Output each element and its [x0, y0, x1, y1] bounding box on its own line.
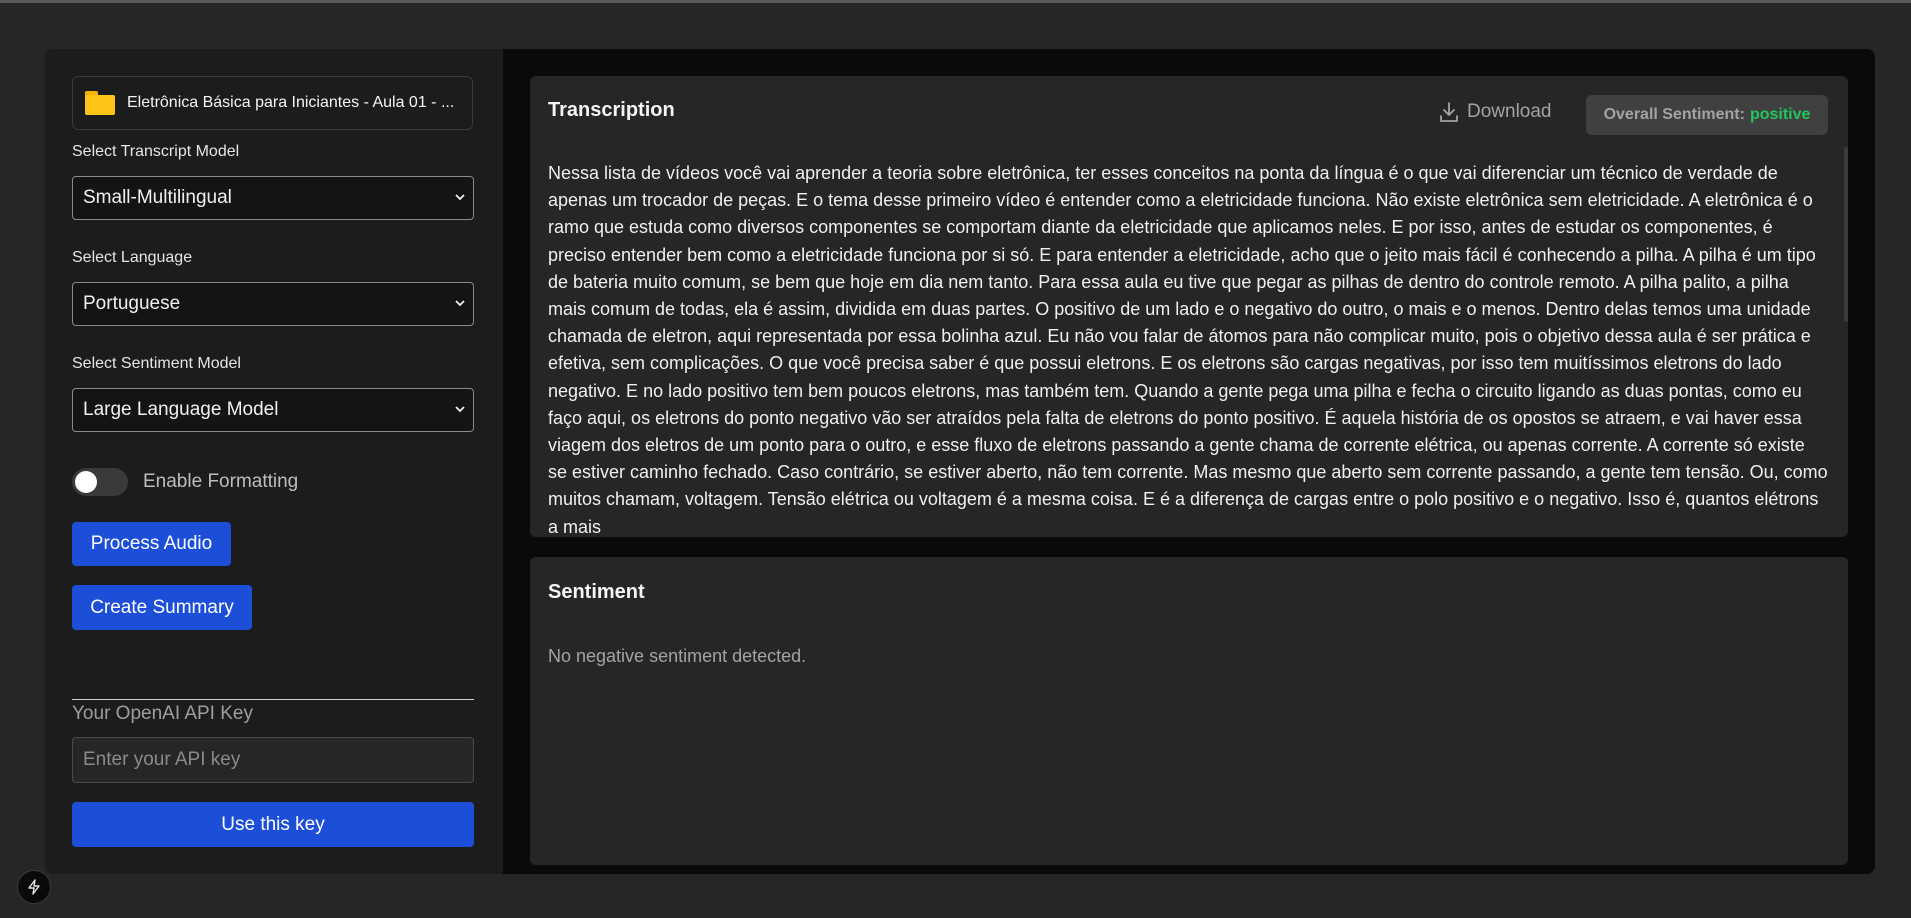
sentiment-model-label: Select Sentiment Model	[72, 355, 241, 372]
formatting-toggle-row: Enable Formatting	[72, 468, 298, 496]
process-audio-button[interactable]: Process Audio	[72, 522, 231, 566]
app-container: Eletrônica Básica para Iniciantes - Aula…	[45, 49, 1875, 874]
sentiment-model-value: Large Language Model	[83, 399, 279, 420]
download-button[interactable]: Download	[1439, 101, 1552, 123]
file-name: Eletrônica Básica para Iniciantes - Aula…	[127, 94, 455, 111]
toggle-knob	[75, 471, 97, 493]
transcript-model-select[interactable]: Small-Multilingual	[72, 176, 474, 220]
window-top-border	[0, 0, 1911, 3]
transcript-model-label: Select Transcript Model	[72, 143, 240, 160]
sentiment-panel: Sentiment No negative sentiment detected…	[530, 557, 1848, 865]
download-icon	[1440, 102, 1458, 122]
folder-icon	[85, 91, 115, 115]
transcription-text: Nessa lista de vídeos você vai aprender …	[548, 163, 1828, 537]
bolt-icon	[28, 879, 40, 895]
file-selector[interactable]: Eletrônica Básica para Iniciantes - Aula…	[72, 76, 473, 130]
transcription-title: Transcription	[548, 99, 675, 121]
sentiment-title: Sentiment	[548, 581, 645, 603]
transcription-panel: Transcription Download Overall Sentiment…	[530, 76, 1848, 537]
language-value: Portuguese	[83, 293, 181, 314]
transcription-scrollbar[interactable]	[1844, 147, 1848, 322]
chevron-down-icon	[455, 406, 465, 413]
sidebar-divider	[72, 699, 474, 700]
overall-sentiment-label: Overall Sentiment:	[1603, 106, 1745, 123]
sentiment-model-select[interactable]: Large Language Model	[72, 388, 474, 432]
use-key-button[interactable]: Use this key	[72, 802, 474, 847]
sidebar: Eletrônica Básica para Iniciantes - Aula…	[45, 49, 503, 874]
formatting-toggle[interactable]	[72, 468, 128, 496]
api-key-placeholder: Enter your API key	[83, 749, 241, 770]
api-key-input[interactable]: Enter your API key	[72, 737, 474, 783]
formatting-toggle-label: Enable Formatting	[143, 471, 299, 492]
language-label: Select Language	[72, 249, 193, 266]
sentiment-message: No negative sentiment detected.	[548, 646, 807, 666]
language-select[interactable]: Portuguese	[72, 282, 474, 326]
overall-sentiment-badge: Overall Sentiment: positive	[1586, 95, 1828, 135]
overall-sentiment-value: positive	[1749, 106, 1811, 123]
chevron-down-icon	[455, 194, 465, 201]
download-label: Download	[1467, 101, 1552, 122]
bolt-button[interactable]	[17, 870, 51, 904]
create-summary-button[interactable]: Create Summary	[72, 585, 252, 630]
api-key-label: Your OpenAI API Key	[72, 703, 253, 724]
chevron-down-icon	[455, 300, 465, 307]
transcript-model-value: Small-Multilingual	[83, 187, 232, 208]
